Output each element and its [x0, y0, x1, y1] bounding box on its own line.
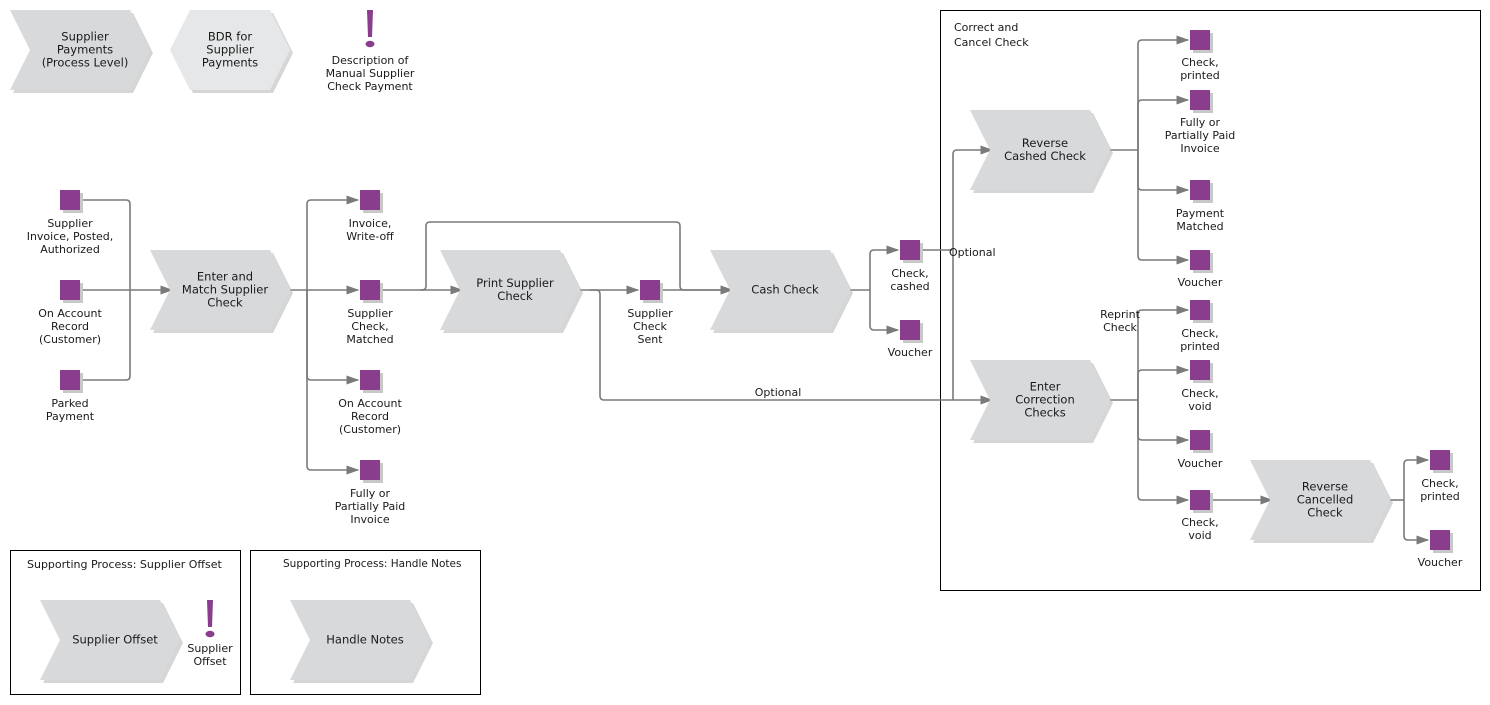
connector-to-rc-payment-matched	[1137, 150, 1190, 195]
event-rc-voucher-icon[interactable]	[1190, 250, 1210, 270]
event-rcc-check-printed[interactable]	[1430, 450, 1453, 473]
function-cash-check-label: Cash Check	[751, 282, 819, 297]
info-supplier-offset[interactable]	[205, 600, 215, 638]
event-supplier-check-matched-icon[interactable]	[360, 280, 380, 300]
event-on-account-record-out-label: On Account Record (Customer)	[338, 397, 402, 436]
event-supplier-check-sent-label: Supplier Check Sent	[627, 307, 673, 346]
event-fully-paid-invoice-icon[interactable]	[360, 460, 380, 480]
connector-to-voucher-cash	[869, 290, 900, 335]
function-print-supplier-check-label: Print Supplier Check	[476, 276, 554, 303]
event-supplier-check-sent[interactable]	[640, 280, 663, 303]
bdr-interface-supplier-payments-label: BDR for Supplier Payments	[201, 29, 259, 70]
event-ec-check-printed[interactable]	[1190, 300, 1213, 323]
event-invoice-writeoff[interactable]	[360, 190, 383, 213]
info-description-manual-check[interactable]	[365, 10, 375, 48]
event-check-cashed-label: Check, cashed	[890, 267, 930, 293]
event-rc-fully-paid-label: Fully or Partially Paid Invoice	[1164, 116, 1236, 155]
frame-title-supplier-offset: Supporting Process: Supplier Offset	[27, 558, 222, 571]
event-rc-payment-matched-icon[interactable]	[1190, 180, 1210, 200]
info-supplier-offset-dot	[205, 630, 215, 638]
connector-to-rcc-voucher	[1403, 500, 1430, 545]
event-rc-check-printed-label: Check, printed	[1180, 56, 1220, 82]
event-ec-voucher[interactable]	[1190, 430, 1213, 453]
event-rcc-voucher[interactable]	[1430, 530, 1453, 553]
connector-label-reprint-check: Reprint Check	[1100, 308, 1140, 334]
event-fully-paid-invoice-label: Fully or Partially Paid Invoice	[334, 487, 406, 526]
event-on-account-record-in-icon[interactable]	[60, 280, 80, 300]
event-rcc-check-printed-icon[interactable]	[1430, 450, 1450, 470]
event-voucher-cash[interactable]	[900, 320, 923, 343]
event-rc-payment-matched[interactable]	[1190, 180, 1213, 203]
event-ec-voucher-label: Voucher	[1177, 457, 1223, 470]
function-supplier-offset-label: Supplier Offset	[72, 632, 158, 647]
event-supplier-invoice-posted-label: Supplier Invoice, Posted, Authorized	[26, 217, 114, 256]
event-ec-check-void2[interactable]	[1190, 490, 1213, 513]
event-on-account-record-out[interactable]	[360, 370, 383, 393]
info-description-manual-check-dot	[365, 40, 375, 48]
event-ec-check-void2-label: Check, void	[1181, 516, 1219, 542]
event-ec-check-void-icon[interactable]	[1190, 360, 1210, 380]
event-check-cashed-icon[interactable]	[900, 240, 920, 260]
event-on-account-record-out-icon[interactable]	[360, 370, 380, 390]
event-parked-payment-icon[interactable]	[60, 370, 80, 390]
event-parked-payment-label: Parked Payment	[45, 397, 95, 423]
event-rc-voucher[interactable]	[1190, 250, 1213, 273]
event-supplier-invoice-posted[interactable]	[60, 190, 83, 213]
event-rc-check-printed[interactable]	[1190, 30, 1213, 53]
event-rc-voucher-label: Voucher	[1177, 276, 1223, 289]
event-rc-fully-paid[interactable]	[1190, 90, 1213, 113]
event-supplier-check-sent-icon[interactable]	[640, 280, 660, 300]
function-handle-notes-label: Handle Notes	[326, 632, 404, 647]
info-supplier-offset-label: Supplier Offset	[187, 642, 233, 668]
event-supplier-invoice-posted-icon[interactable]	[60, 190, 80, 210]
event-ec-check-void2-icon[interactable]	[1190, 490, 1210, 510]
function-enter-and-match-label: Enter and Match Supplier Check	[181, 269, 269, 310]
event-rcc-voucher-label: Voucher	[1417, 556, 1463, 569]
function-reverse-cancelled-check-label: Reverse Cancelled Check	[1296, 479, 1354, 520]
event-fully-paid-invoice[interactable]	[360, 460, 383, 483]
event-ec-check-void-label: Check, void	[1181, 387, 1219, 413]
event-rcc-check-printed-label: Check, printed	[1420, 477, 1460, 503]
event-rc-fully-paid-icon[interactable]	[1190, 90, 1210, 110]
event-parked-payment[interactable]	[60, 370, 83, 393]
event-check-cashed[interactable]	[900, 240, 923, 263]
connector-to-ec-check-void2	[1137, 400, 1190, 505]
info-supplier-offset-exclamation-icon	[207, 600, 213, 627]
connector-label-optional-top: Optional	[949, 246, 996, 259]
event-rc-payment-matched-label: Payment Matched	[1175, 207, 1225, 233]
event-ec-check-printed-label: Check, printed	[1180, 327, 1220, 353]
event-ec-check-void[interactable]	[1190, 360, 1213, 383]
event-voucher-cash-label: Voucher	[887, 346, 933, 359]
function-reverse-cashed-check-label: Reverse Cashed Check	[1004, 136, 1086, 163]
process-interface-supplier-payments-label: Supplier Payments (Process Level)	[41, 29, 129, 70]
event-on-account-record-in[interactable]	[60, 280, 83, 303]
info-description-manual-check-label: Description of Manual Supplier Check Pay…	[325, 54, 415, 93]
event-ec-voucher-icon[interactable]	[1190, 430, 1210, 450]
function-enter-correction-checks-label: Enter Correction Checks	[1015, 379, 1075, 420]
event-ec-check-printed-icon[interactable]	[1190, 300, 1210, 320]
connector-label-optional-bottom: Optional	[754, 386, 802, 399]
frame-title-correct-and-cancel-check: Correct and Cancel Check	[954, 21, 1029, 49]
event-rc-check-printed-icon[interactable]	[1190, 30, 1210, 50]
frame-title-handle-notes: Supporting Process: Handle Notes	[283, 558, 462, 570]
event-invoice-writeoff-label: Invoice, Write-off	[346, 217, 394, 243]
connector-to-invoice-writeoff	[306, 195, 360, 290]
event-voucher-cash-icon[interactable]	[900, 320, 920, 340]
process-diagram-canvas	[10, 10, 1481, 695]
event-on-account-record-in-label: On Account Record (Customer)	[38, 307, 102, 346]
event-supplier-check-matched[interactable]	[360, 280, 383, 303]
event-invoice-writeoff-icon[interactable]	[360, 190, 380, 210]
connector-to-rc-voucher	[1137, 150, 1190, 265]
event-supplier-check-matched-label: Supplier Check, Matched	[346, 307, 394, 346]
event-rcc-voucher-icon[interactable]	[1430, 530, 1450, 550]
info-description-manual-check-exclamation-icon	[367, 10, 373, 37]
